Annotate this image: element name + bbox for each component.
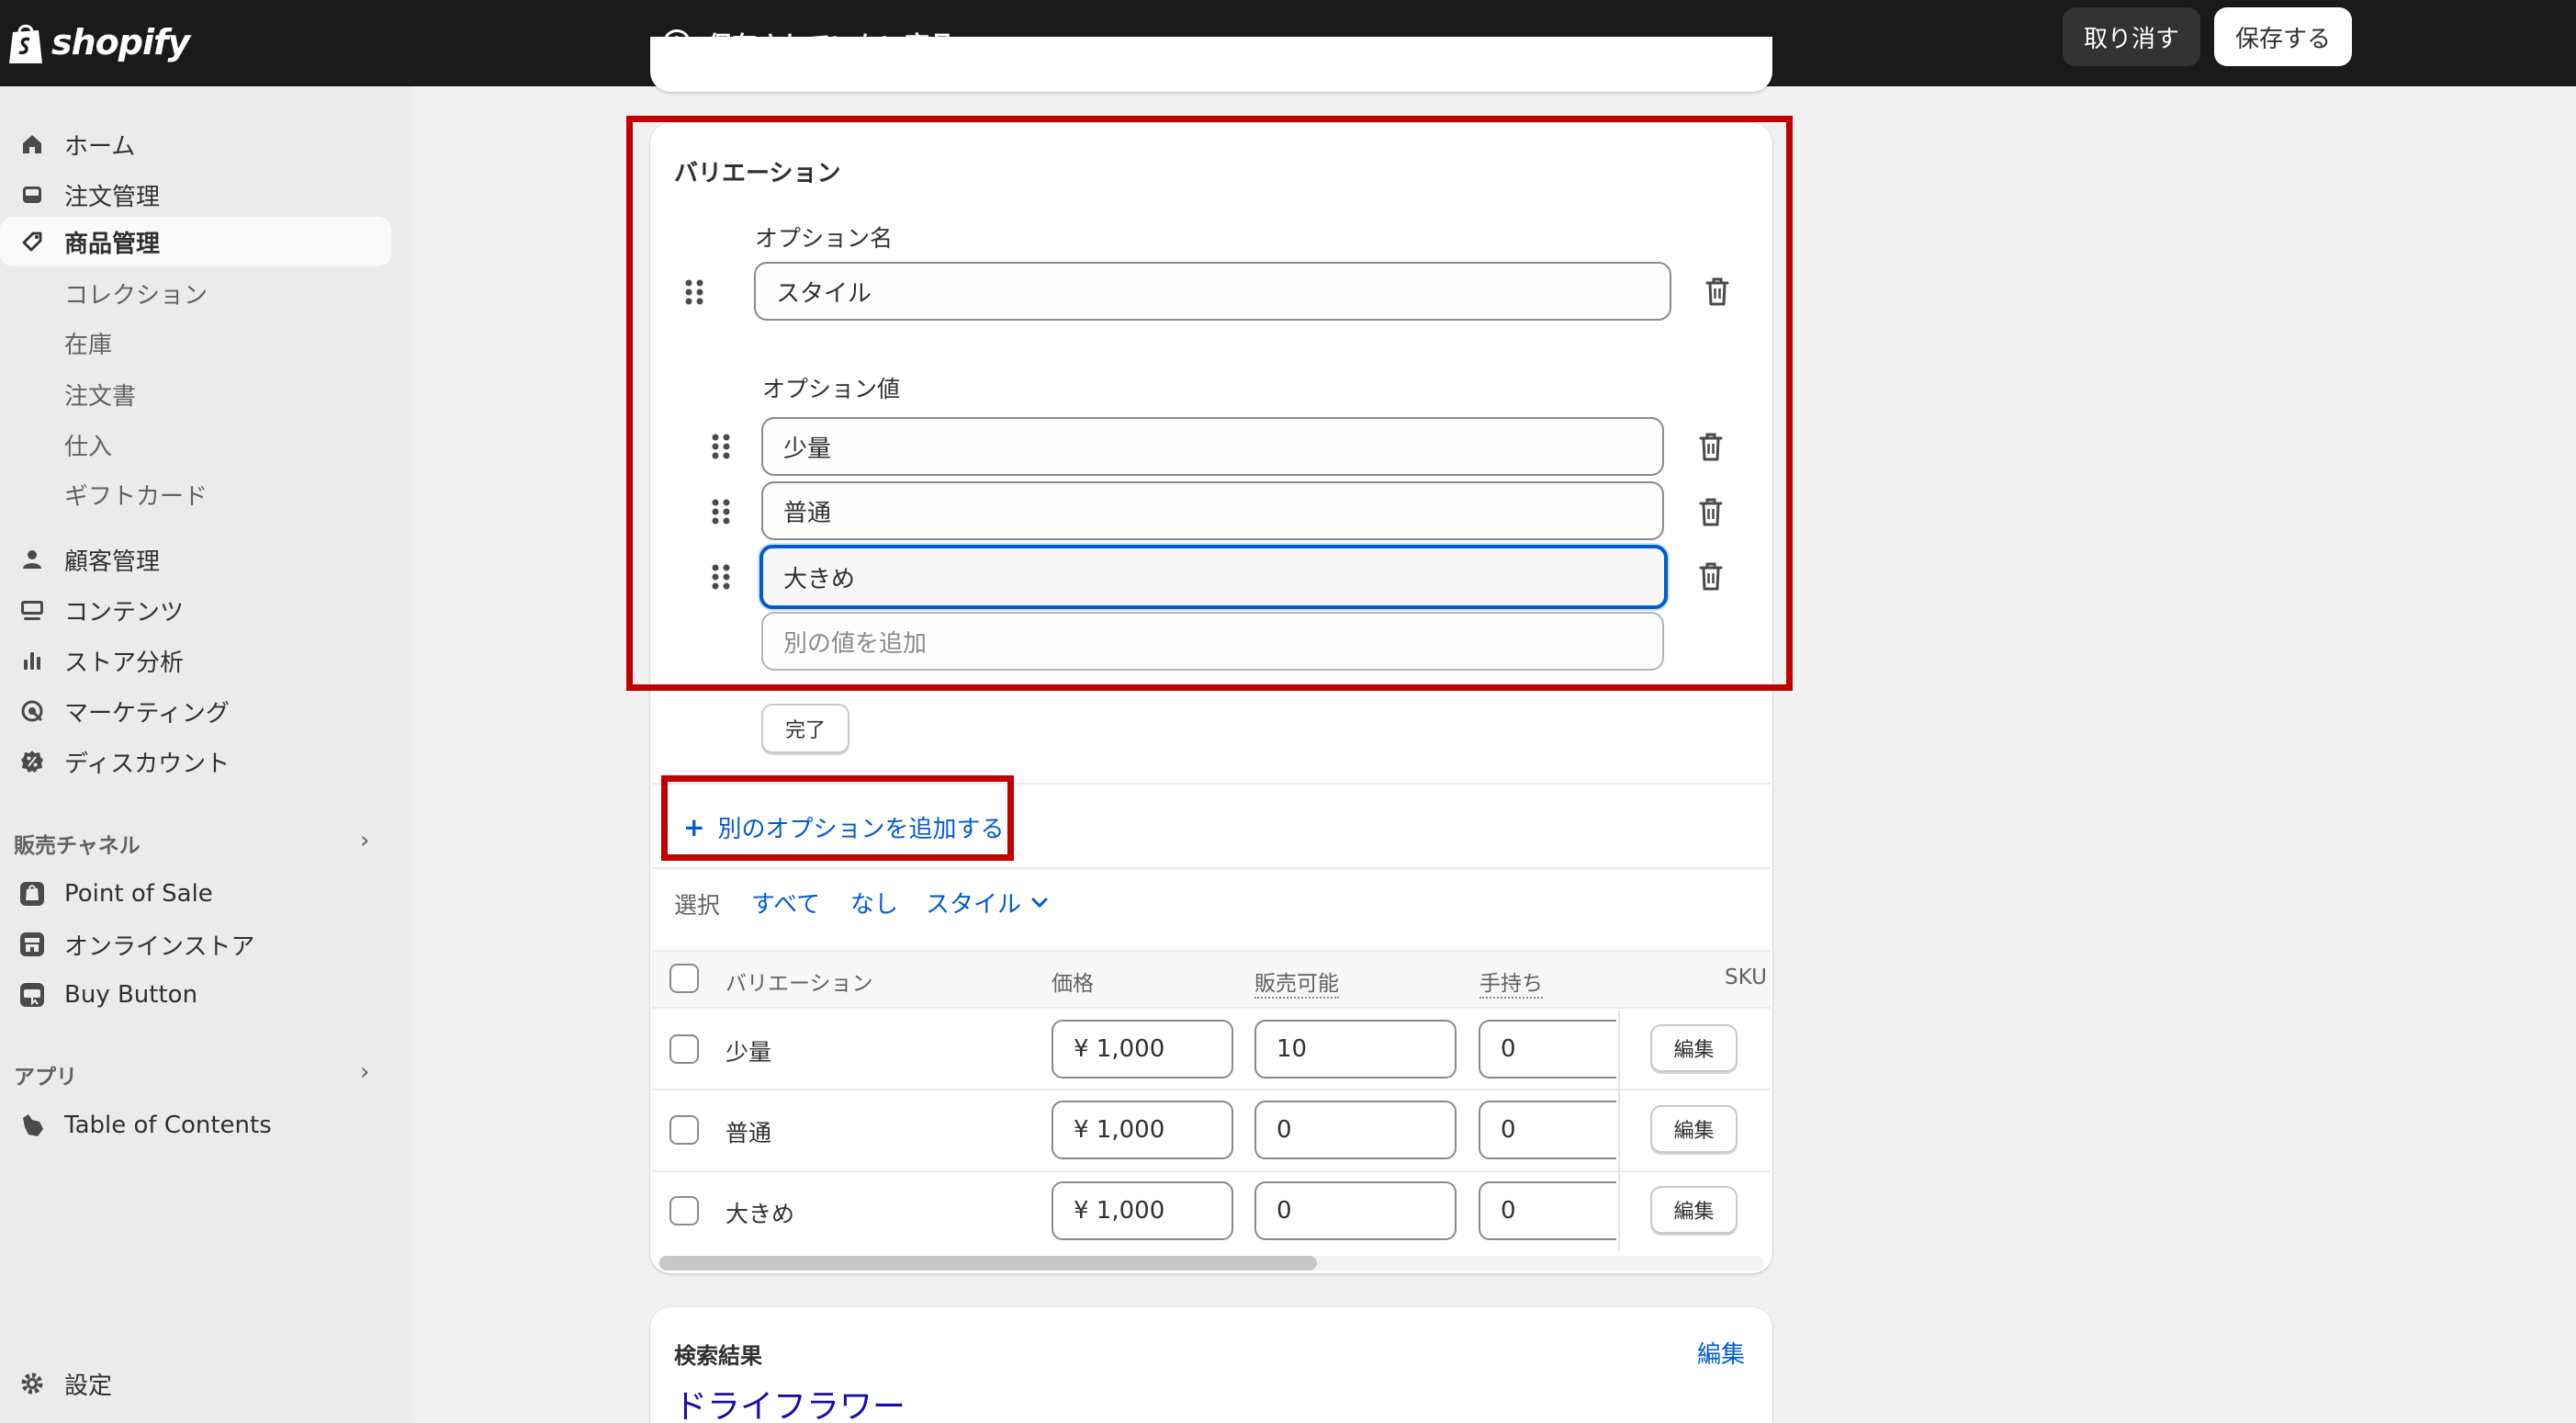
sidebar-subitem-gift-cards[interactable]: ギフトカード [64,471,208,517]
sidebar-item-label: 注文管理 [64,183,161,211]
variation-name: 大きめ [726,1201,795,1227]
select-style-label: スタイル [926,891,1022,919]
sidebar-item-label: 商品管理 [64,230,161,258]
sidebar-item-label: 顧客管理 [64,548,161,576]
buy-button-icon [18,981,46,1009]
sidebar-item-label: Table of Contents [64,1112,272,1139]
row-checkbox[interactable] [669,1115,699,1145]
home-icon [18,130,46,158]
sidebar-subitem-collections[interactable]: コレクション [64,270,208,316]
sidebar-item-products[interactable]: 商品管理 [0,217,391,266]
sidebar-item-table-of-contents[interactable]: Table of Contents [0,1101,391,1150]
sidebar-item-customers[interactable]: 顧客管理 [0,535,391,584]
sidebar-item-label: ストア分析 [64,649,185,677]
select-label: 選択 [674,892,721,919]
search-preview-title: ドライフラワー [674,1388,906,1423]
sidebar-subitem-transfers[interactable]: 仕入 [64,422,112,468]
on-hand-input[interactable]: 0 [1479,1020,1616,1079]
sidebar-item-point-of-sale[interactable]: Point of Sale [0,869,391,919]
sidebar-item-orders[interactable]: 注文管理 [0,170,391,220]
variation-name: 普通 [726,1120,772,1146]
column-available[interactable]: 販売可能 [1254,966,1339,999]
logo-text: shopify [51,22,190,62]
available-input[interactable]: 10 [1254,1020,1457,1079]
column-price: 価格 [1052,972,1094,996]
sidebar-item-home[interactable]: ホーム [0,119,391,169]
discount-icon [18,748,46,775]
sidebar-item-label: ディスカウント [64,750,231,778]
chevron-down-icon [1031,898,1048,908]
shopify-logo[interactable]: shopify [7,15,190,70]
search-edit-link[interactable]: 編集 [1697,1336,1745,1370]
done-button[interactable]: 完了 [761,704,849,753]
sidebar-item-label: コンテンツ [64,598,185,627]
sidebar-item-marketing[interactable]: マーケティング [0,686,391,736]
column-divider [1618,1011,1620,1251]
sidebar-item-analytics[interactable]: ストア分析 [0,636,391,685]
price-input[interactable]: ¥ 1,000 [1052,1020,1233,1079]
chevron-right-icon[interactable]: › [360,827,369,854]
person-icon [18,546,46,573]
sidebar-item-content[interactable]: コンテンツ [0,585,391,635]
scrollbar-thumb[interactable] [659,1256,1317,1271]
price-input[interactable]: ¥ 1,000 [1052,1181,1233,1240]
chevron-right-icon[interactable]: › [360,1058,369,1086]
row-checkbox[interactable] [669,1034,699,1064]
column-on-hand[interactable]: 手持ち [1479,966,1543,999]
edit-button[interactable]: 編集 [1650,1105,1738,1153]
sidebar-item-settings[interactable]: 設定 [0,1359,391,1408]
available-input[interactable]: 0 [1254,1181,1457,1240]
on-hand-input[interactable]: 0 [1479,1101,1616,1159]
save-button[interactable]: 保存する [2214,7,2352,66]
sales-channels-title[interactable]: 販売チャネル [14,825,141,862]
content-icon [18,596,46,624]
sidebar: ホーム 注文管理 商品管理 コレクション 在庫 注文書 仕入 ギフトカード 顧客… [0,86,411,1423]
available-input[interactable]: 0 [1254,1101,1457,1159]
select-style-dropdown[interactable]: スタイル [926,886,1049,920]
sidebar-item-label: ホーム [64,132,136,161]
select-none-link[interactable]: なし [850,886,898,920]
price-input[interactable]: ¥ 1,000 [1052,1101,1233,1159]
sidebar-item-discounts[interactable]: ディスカウント [0,737,391,786]
sidebar-item-label: 設定 [64,1372,113,1400]
divider [652,1170,1771,1172]
search-results-title: 検索結果 [674,1343,762,1369]
bar-chart-icon [18,647,46,674]
select-all-link[interactable]: すべて [751,886,820,920]
pos-icon [18,880,46,908]
sidebar-item-label: Buy Button [64,981,198,1009]
sidebar-item-label: Point of Sale [64,880,213,908]
gear-icon [18,1370,46,1397]
divider [652,1089,1771,1090]
store-icon [18,931,46,958]
highlight-frame [626,116,1793,691]
column-variation: バリエーション [726,972,873,996]
on-hand-input[interactable]: 0 [1479,1181,1616,1240]
target-icon [18,697,46,725]
previous-card-edge [650,37,1772,92]
inbox-icon [18,181,46,209]
edit-button[interactable]: 編集 [1650,1186,1738,1234]
tag-icon [18,228,46,255]
sidebar-item-label: マーケティング [64,699,230,728]
apps-title[interactable]: アプリ [14,1056,77,1093]
sidebar-item-buy-button[interactable]: Buy Button [0,970,391,1020]
select-all-checkbox[interactable] [669,964,699,993]
divider [652,867,1771,869]
sidebar-subitem-purchase-orders[interactable]: 注文書 [64,371,136,417]
row-checkbox[interactable] [669,1196,699,1225]
shopify-bag-icon [9,24,42,63]
edit-button[interactable]: 編集 [1650,1024,1738,1072]
column-sku: SKU [1725,966,1767,989]
sidebar-item-label: オンラインストア [64,932,255,961]
highlight-frame [661,775,1014,861]
sidebar-subitem-inventory[interactable]: 在庫 [64,320,112,366]
discard-button[interactable]: 取り消す [2063,7,2200,66]
variation-name: 少量 [726,1039,772,1066]
sidebar-item-online-store[interactable]: オンラインストア [0,920,391,969]
dog-app-icon [18,1112,46,1139]
